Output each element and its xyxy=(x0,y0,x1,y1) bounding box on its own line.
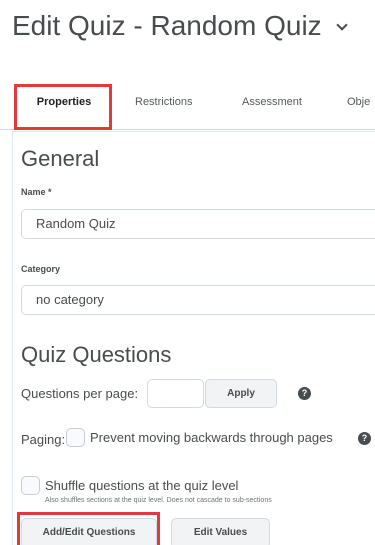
questions-per-page-input[interactable] xyxy=(147,379,204,408)
help-icon[interactable]: ? xyxy=(358,432,371,445)
page-title-text: Edit Quiz - Random Quiz xyxy=(12,10,322,41)
general-heading: General xyxy=(21,146,100,171)
prevent-backwards-label[interactable]: Prevent moving backwards through pages xyxy=(90,430,333,445)
tab-restrictions[interactable]: Restrictions xyxy=(135,80,192,124)
help-icon[interactable]: ? xyxy=(298,387,311,400)
prevent-backwards-checkbox[interactable] xyxy=(66,428,85,447)
name-label: Name * xyxy=(21,187,52,197)
category-field[interactable]: no category xyxy=(21,285,375,315)
paging-label: Paging: xyxy=(21,432,66,447)
questions-per-page-label: Questions per page: xyxy=(21,386,139,401)
chevron-down-icon[interactable] xyxy=(336,19,348,31)
tab-assessment[interactable]: Assessment xyxy=(242,80,302,124)
quiz-questions-heading: Quiz Questions xyxy=(21,342,172,367)
highlight-box-add-edit xyxy=(17,512,160,545)
tab-objectives[interactable]: Obje xyxy=(347,80,370,124)
category-label: Category xyxy=(21,264,61,274)
shuffle-checkbox[interactable] xyxy=(21,476,40,495)
apply-button[interactable]: Apply xyxy=(205,379,277,408)
shuffle-label[interactable]: Shuffle questions at the quiz level xyxy=(45,478,238,493)
edit-values-button[interactable]: Edit Values xyxy=(171,518,270,545)
name-field[interactable]: Random Quiz xyxy=(21,209,375,239)
page-title: Edit Quiz - Random Quiz xyxy=(12,10,348,42)
shuffle-help-text: Also shuffles sections at the quiz level… xyxy=(45,497,272,504)
highlight-box-properties-tab xyxy=(14,84,112,130)
